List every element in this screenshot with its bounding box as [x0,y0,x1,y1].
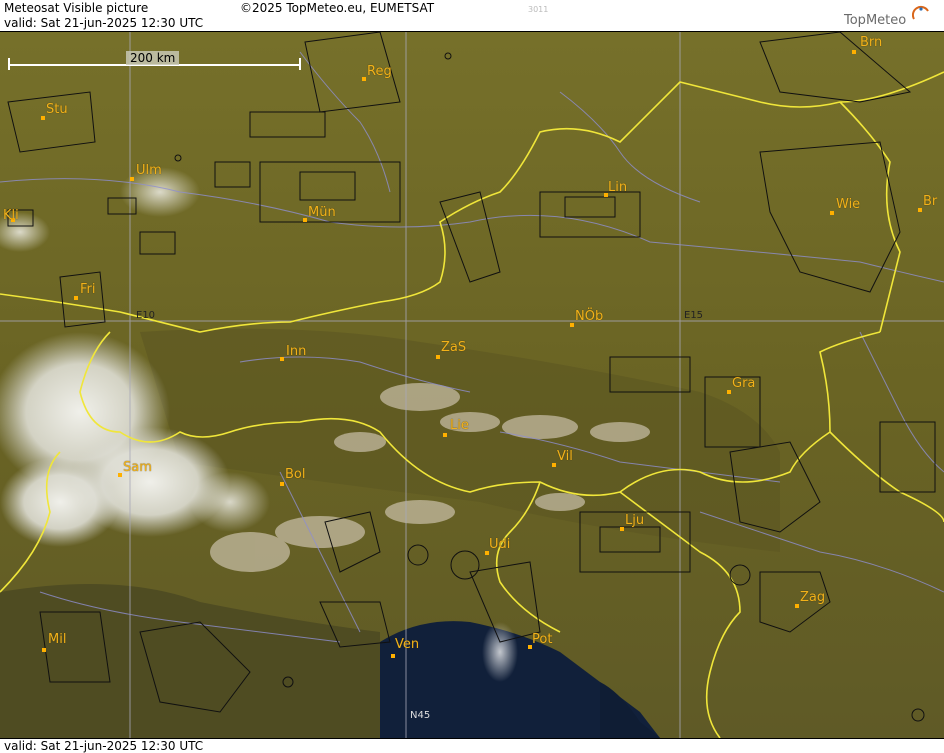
city-marker-reg [362,77,366,81]
logo-text: TopMeteo [844,13,907,28]
grid-label-e15: E15 [684,310,704,321]
scale-label: 200 km [126,51,180,65]
city-label-br[interactable]: Br [923,194,937,209]
city-marker-bol [280,482,284,486]
topmeteo-logo[interactable]: TopMeteo [838,3,938,29]
logo-swoosh-icon [912,5,929,20]
city-label-fri[interactable]: Fri [80,282,96,297]
city-label-brn[interactable]: Brn [860,35,882,50]
grid-label-n45: N45 [410,710,431,721]
city-marker-vil [552,463,556,467]
city-label-zag[interactable]: Zag [800,590,825,605]
city-marker-inn [280,357,284,361]
city-label-ulm[interactable]: Ulm [136,163,162,178]
city-marker-zag [795,604,799,608]
city-marker-brn [852,50,856,54]
city-marker-zas [436,355,440,359]
city-label-sam[interactable]: Sam [123,460,152,475]
image-code: 3011 [528,5,549,14]
city-label-zas[interactable]: ZaS [441,340,466,355]
header-bar: Meteosat Visible picture valid: Sat 21-j… [0,0,944,32]
grid-label-e10: E10 [136,310,156,321]
city-label-mun[interactable]: Mün [308,205,336,220]
city-label-pot[interactable]: Pot [532,632,552,647]
city-label-lju[interactable]: Lju [625,513,644,528]
city-label-gra[interactable]: Gra [732,376,755,391]
city-marker-lju [620,527,624,531]
city-label-lin[interactable]: Lin [608,180,627,195]
city-marker-stu [41,116,45,120]
city-label-wie[interactable]: Wie [836,197,860,212]
city-marker-ven [391,654,395,658]
city-label-ven[interactable]: Ven [395,637,419,652]
satellite-map[interactable]: 200 km E10 E15 N45 Brn Reg Stu Ulm Mün L… [0,31,944,739]
scale-tick-right [299,58,301,70]
map-background [0,31,944,739]
scale-tick-left [8,58,10,70]
city-label-inn[interactable]: Inn [286,344,306,359]
city-marker-lie [443,433,447,437]
valid-time: valid: Sat 21-jun-2025 12:30 UTC [4,16,204,30]
city-label-lie[interactable]: Lie [450,418,469,433]
city-label-nob[interactable]: NÖb [575,309,603,324]
city-label-udi[interactable]: Udi [489,537,510,552]
city-marker-ulm [130,177,134,181]
city-marker-nob [570,323,574,327]
city-marker-mun [303,218,307,222]
copyright-text: ©2025 TopMeteo.eu, EUMETSAT [240,1,435,15]
city-label-reg[interactable]: Reg [367,64,392,79]
city-marker-br [918,208,922,212]
city-marker-gra [727,390,731,394]
map-title: Meteosat Visible picture [4,1,149,15]
footer-valid-time: valid: Sat 21-jun-2025 12:30 UTC [4,739,204,753]
city-marker-sam [118,473,122,477]
city-marker-fri [74,296,78,300]
city-marker-mil [42,648,46,652]
city-label-mil[interactable]: Mil [48,632,66,647]
city-label-bol[interactable]: Bol [285,467,305,482]
footer-bar: valid: Sat 21-jun-2025 12:30 UTC [0,738,944,753]
city-marker-wie [830,211,834,215]
city-label-stu[interactable]: Stu [46,102,68,117]
scale-bar: 200 km [8,51,301,72]
city-label-vil[interactable]: Vil [557,449,573,464]
city-label-kli[interactable]: Kli [3,208,19,223]
